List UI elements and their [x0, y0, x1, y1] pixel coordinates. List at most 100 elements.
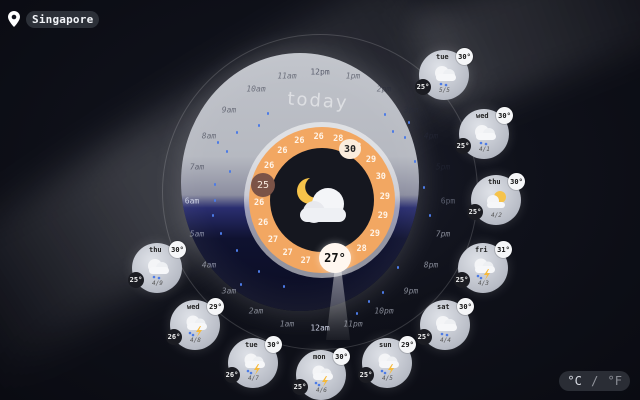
rain-dot [267, 112, 269, 115]
forecast-high-temp: 31° [495, 241, 512, 258]
forecast-low-temp: 25° [358, 367, 374, 383]
forecast-low-temp: 25° [128, 272, 144, 288]
cloud-storm-icon [181, 312, 211, 338]
rain-dot [229, 170, 231, 173]
rain-dot [283, 285, 285, 288]
forecast-day-label: sat [437, 303, 450, 311]
rain-dot [236, 249, 238, 252]
forecast-date: 4/7 [248, 375, 259, 382]
forecast-low-temp: 25° [454, 272, 470, 288]
forecast-low-temp: 25° [415, 79, 431, 95]
hour-label-9am: 9am [221, 105, 237, 115]
forecast-low-temp: 26° [224, 367, 240, 383]
forecast-high-temp: 30° [456, 48, 473, 65]
forecast-day-5[interactable]: sun 29° 25° 4/5 [358, 336, 416, 388]
hour-label-7pm: 7pm [435, 229, 451, 239]
hour-label-7am: 7am [189, 162, 205, 172]
rain-dot [220, 232, 222, 235]
rain-dot [397, 266, 399, 269]
rain-dot [236, 131, 238, 134]
rain-dot [392, 130, 394, 133]
rain-dot [258, 270, 260, 273]
forecast-low-temp: 25° [292, 379, 308, 395]
rain-dot [404, 136, 406, 139]
forecast-date: 5/5 [439, 87, 450, 94]
rain-dot [240, 283, 242, 286]
forecast-high-temp: 30° [496, 107, 513, 124]
forecast-day-0[interactable]: tue 30° 25° 5/5 [415, 48, 473, 100]
cloud-storm-icon [239, 350, 269, 376]
rain-dot [214, 183, 216, 186]
forecast-high-temp: 30° [169, 241, 186, 258]
forecast-day-8[interactable]: wed 29° 26° 4/8 [166, 298, 224, 350]
current-weather-core [270, 148, 374, 252]
forecast-low-temp: 26° [166, 329, 182, 345]
hour-label-2pm: 2pm [376, 84, 392, 94]
cloud-rain-icon [430, 62, 460, 88]
cloud-rain-icon [470, 121, 500, 147]
forecast-day-4[interactable]: sat 30° 25° 4/4 [416, 298, 474, 350]
forecast-day-label: tue [245, 341, 258, 349]
forecast-high-temp: 30° [508, 173, 525, 190]
forecast-day-label: wed [187, 303, 200, 311]
forecast-day-2[interactable]: thu 30° 25° 4/2 [467, 173, 525, 225]
rain-dot [226, 150, 228, 153]
forecast-day-label: sun [379, 341, 392, 349]
forecast-day-label: tue [436, 53, 449, 61]
ring-temp-value: 30 [375, 172, 386, 183]
weather-clock: today 12pm 1pm 2pm 3pm 4pm 5pm 6pm 7pm 8… [0, 0, 640, 400]
ring-temp-value: 29 [377, 211, 388, 222]
hour-label-9pm: 9pm [403, 286, 419, 296]
forecast-high-temp: 29° [207, 298, 224, 315]
forecast-day-7[interactable]: tue 30° 26° 4/7 [224, 336, 282, 388]
rain-dot [212, 214, 214, 217]
forecast-day-label: thu [488, 178, 501, 186]
forecast-date: 4/6 [316, 387, 327, 394]
forecast-high-temp: 30° [265, 336, 282, 353]
moon-cloud-icon [297, 178, 346, 223]
rain-dot [258, 124, 260, 127]
hour-label-12am: 12am [310, 323, 330, 333]
rain-dot [408, 121, 410, 124]
hour-label-6pm: 6pm [440, 196, 456, 206]
forecast-date: 4/4 [440, 337, 451, 344]
forecast-day-1[interactable]: wed 30° 25° 4/1 [455, 107, 513, 159]
forecast-day-6[interactable]: mon 30° 25° 4/6 [292, 348, 350, 400]
hour-label-4am: 4am [201, 260, 217, 270]
rain-dot [368, 300, 370, 303]
hour-label-3pm: 3pm [403, 105, 419, 115]
rain-dot [384, 113, 386, 116]
ring-temp-value: 26 [253, 198, 265, 209]
forecast-low-temp: 25° [416, 329, 432, 345]
sun-cloud-icon [482, 187, 512, 213]
forecast-day-label: mon [313, 353, 326, 361]
forecast-low-temp: 25° [467, 204, 483, 220]
hour-label-11am: 11am [277, 71, 297, 81]
hour-label-6am: 6am [184, 196, 200, 206]
forecast-day-label: fri [475, 246, 488, 254]
hour-label-12pm: 12pm [310, 67, 330, 77]
hour-label-5am: 5am [189, 229, 205, 239]
forecast-day-label: thu [149, 246, 162, 254]
hour-label-8am: 8am [201, 131, 217, 141]
rain-dot [356, 312, 358, 315]
forecast-low-temp: 25° [455, 138, 471, 154]
hour-label-10am: 10am [246, 84, 266, 94]
today-max-temp: 30 [339, 139, 361, 159]
forecast-day-9[interactable]: thu 30° 25° 4/9 [128, 241, 186, 293]
forecast-date: 4/3 [478, 280, 489, 287]
hour-label-3am: 3am [221, 286, 237, 296]
forecast-day-3[interactable]: fri 31° 25° 4/3 [454, 241, 512, 293]
rain-dot [429, 214, 431, 217]
hour-label-2am: 2am [248, 306, 264, 316]
forecast-date: 4/5 [382, 375, 393, 382]
forecast-high-temp: 30° [457, 298, 474, 315]
today-min-temp: 25 [251, 173, 275, 197]
hour-label-5pm: 5pm [435, 162, 451, 172]
rain-dot [217, 141, 219, 144]
ring-temp-value: 26 [294, 136, 305, 147]
forecast-date: 4/9 [152, 280, 163, 287]
today-label: today [286, 88, 350, 114]
forecast-day-label: wed [476, 112, 489, 120]
current-temperature: 27° [319, 243, 351, 273]
